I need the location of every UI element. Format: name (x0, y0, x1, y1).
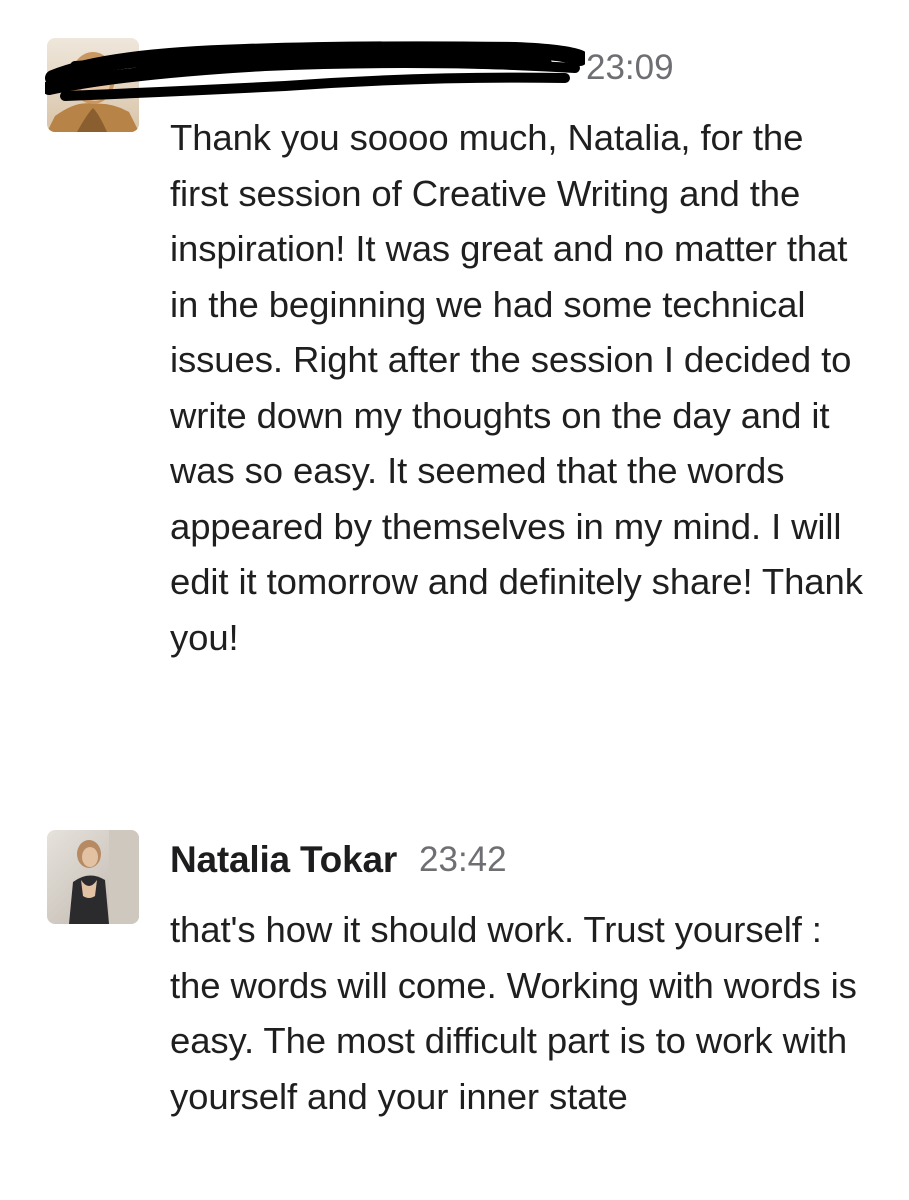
message-header: 23:09 (45, 38, 674, 101)
avatar-woman-dark-outfit-icon (47, 830, 139, 924)
message-header: Natalia Tokar 23:42 (170, 830, 507, 890)
message-author[interactable]: Natalia Tokar (170, 839, 397, 881)
message-text: Thank you soooo much, Natalia, for the f… (170, 117, 863, 658)
message-time: 23:09 (586, 48, 674, 87)
message-text: that's how it should work. Trust yoursel… (170, 909, 857, 1117)
redaction-scribble-icon (45, 41, 585, 101)
message-time: 23:42 (419, 840, 507, 879)
avatar[interactable] (47, 830, 139, 924)
redacted-author-name (45, 38, 585, 101)
